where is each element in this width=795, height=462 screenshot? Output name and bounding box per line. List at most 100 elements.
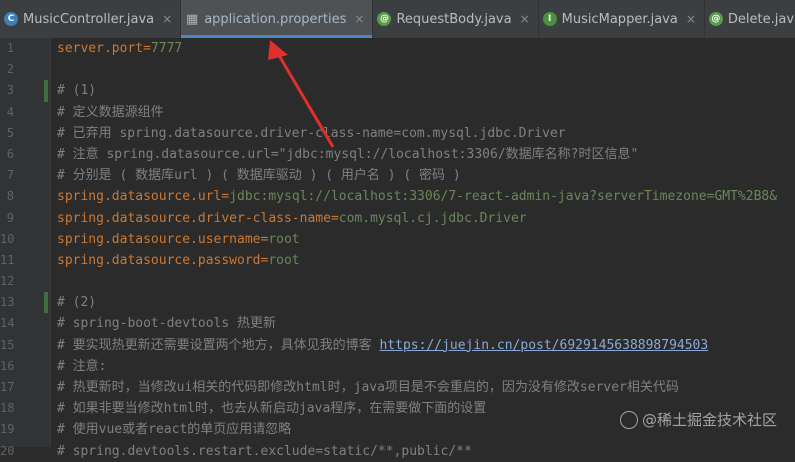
code-line: 7 # 分别是 ( 数据库url ) ( 数据库驱动 ) ( 用户名 ) ( 密码… (0, 165, 795, 186)
editor-tab-label: application.properties (204, 11, 347, 27)
property-key: spring.datasource.url (57, 189, 222, 205)
comment: # spring-boot-devtools 热更新 (57, 316, 277, 332)
code-text: # spring-boot-devtools 热更新 (57, 313, 276, 334)
code-line: 11 spring.datasource.password=root (0, 250, 795, 271)
code-text: # 要实现热更新还需要设置两个地方，具体见我的博客 https://juejin… (57, 335, 708, 356)
line-number: 9 (6, 210, 14, 225)
editor-tab[interactable]: I MusicMapper.java × (539, 0, 705, 38)
class-icon: C (4, 12, 18, 26)
comment: # 注意: (57, 358, 107, 374)
line-number: 8 (6, 189, 14, 204)
property-key: server.port (57, 41, 144, 56)
line-number: 4 (6, 104, 14, 119)
code-text: # 注意 spring.datasource.url="jdbc:mysql:/… (57, 144, 638, 165)
code-text: # (2) (57, 292, 96, 313)
line-number: 5 (6, 125, 14, 140)
property-value: com.mysql.cj.jdbc.Driver (338, 210, 527, 226)
line-number: 10 (0, 231, 15, 246)
comment: # 定义数据源组件 (57, 104, 164, 120)
blog-link[interactable]: https://juejin.cn/post/69291456388987945… (379, 338, 708, 353)
code-line: 10 spring.datasource.username=root (0, 229, 795, 250)
code-text: # 使用vue或者react的单页应用请忽略 (57, 419, 291, 440)
change-marker (44, 80, 48, 102)
property-value: root (268, 231, 300, 247)
line-number: 17 (0, 380, 15, 394)
properties-file-icon: ▦ (186, 11, 199, 27)
line-number: 3 (6, 83, 14, 98)
line-number: 15 (0, 337, 15, 352)
editor-tab[interactable]: C MusicController.java × (0, 0, 182, 38)
comment: # 如果非要当修改html时，也去从新启动java程序，在需要做下面的设置 (57, 401, 487, 417)
editor-tab-label: MusicController.java (23, 11, 155, 27)
code-text: # 已弃用 spring.datasource.driver-class-nam… (57, 123, 566, 144)
property-key: spring.datasource.username (57, 231, 261, 247)
line-number: 1 (6, 41, 14, 55)
editor-tab[interactable]: ▦ application.properties × (181, 0, 374, 38)
line-number: 12 (0, 274, 15, 289)
code-text: spring.datasource.password=root (57, 250, 300, 271)
code-text: # 分别是 ( 数据库url ) ( 数据库驱动 ) ( 用户名 ) ( 密码 … (57, 165, 461, 186)
juejin-logo-icon (619, 410, 638, 429)
equals-sign: = (143, 41, 151, 56)
code-text: spring.datasource.driver-class-name=com.… (57, 208, 527, 229)
code-line: 14 # spring-boot-devtools 热更新 (0, 313, 795, 334)
property-value: 7777 (150, 41, 183, 56)
watermark: @稀土掘金技术社区 (619, 409, 777, 430)
line-number: 18 (0, 401, 15, 416)
property-key: spring.datasource.password (57, 252, 261, 268)
annotation-icon: @ (708, 12, 723, 26)
code-line: 2 (0, 59, 795, 80)
editor-tab-label: MusicMapper.java (561, 11, 678, 27)
code-text: spring.datasource.url=jdbc:mysql://local… (57, 186, 777, 207)
close-tab-icon[interactable]: × (162, 12, 172, 26)
property-value: jdbc:mysql://localhost:3306/7-react-admi… (229, 189, 778, 205)
code-line: 3 # (1) (0, 80, 795, 102)
equals-sign: = (330, 210, 339, 226)
change-marker (44, 292, 48, 314)
watermark-text: @稀土掘金技术社区 (641, 411, 777, 429)
line-number: 19 (0, 422, 15, 437)
comment: # (2) (57, 295, 97, 311)
code-text: # 注意: (57, 356, 106, 377)
code-text: # (1) (57, 80, 96, 101)
editor-tab-label: RequestBody.java (396, 11, 512, 27)
interface-icon: I (542, 12, 557, 26)
code-line: 9 spring.datasource.driver-class-name=com… (0, 208, 795, 229)
code-editor[interactable]: 1 server.port=7777 2 3 # (1) 4 # 定义数据源组件 5 # 已弃用… (0, 38, 795, 462)
comment: # (1) (57, 83, 97, 99)
code-text: spring.datasource.username=root (57, 229, 300, 250)
line-number: 7 (6, 168, 14, 183)
property-key: spring.datasource.driver-class-name (57, 210, 331, 226)
code-line: 17 # 热更新时，当修改ui相关的代码即修改html时，java项目是不会重启的… (0, 377, 795, 398)
code-text: # 热更新时，当修改ui相关的代码即修改html时，java项目是不会重启的，因… (57, 377, 679, 398)
editor-tab[interactable]: @Delete.java× (705, 0, 795, 38)
annotation-icon: @ (377, 12, 392, 26)
editor-tab[interactable]: @ RequestBody.java × (373, 0, 539, 38)
code-text: # spring.devtools.restart.exclude=static… (57, 441, 472, 462)
line-number: 16 (0, 358, 15, 373)
comment: # 注意 spring.datasource.url="jdbc:mysql:/… (57, 146, 639, 162)
comment: # spring.devtools.restart.exclude=static… (57, 443, 472, 459)
code-line: 16 # 注意: (0, 356, 795, 377)
line-number: 14 (0, 316, 15, 331)
line-number: 6 (6, 146, 14, 161)
close-tab-icon[interactable]: × (520, 12, 530, 26)
code-text: # 定义数据源组件 (57, 102, 164, 123)
line-number: 20 (0, 443, 15, 458)
code-line: 15 # 要实现热更新还需要设置两个地方，具体见我的博客 https://juej… (0, 335, 795, 356)
code-text: server.port=7777 (57, 38, 182, 59)
code-line: 20 # spring.devtools.restart.exclude=stat… (0, 441, 795, 462)
code-line: 5 # 已弃用 spring.datasource.driver-class-na… (0, 123, 795, 144)
comment: # 要实现热更新还需要设置两个地方，具体见我的博客 (57, 337, 380, 353)
code-text: # 如果非要当修改html时，也去从新启动java程序，在需要做下面的设置 (57, 398, 486, 419)
code-line: 8 spring.datasource.url=jdbc:mysql://loca… (0, 186, 795, 207)
editor-tab-bar: C MusicController.java × ▦ application.prope… (0, 0, 795, 39)
code-line: 1 server.port=7777 (0, 38, 795, 59)
code-line: 13 # (2) (0, 292, 795, 314)
code-line: 4 # 定义数据源组件 (0, 102, 795, 123)
code-line: 6 # 注意 spring.datasource.url="jdbc:mysql:… (0, 144, 795, 165)
close-tab-icon[interactable]: × (354, 12, 364, 26)
line-number: 11 (0, 252, 15, 267)
code-line: 12 (0, 271, 795, 292)
close-tab-icon[interactable]: × (686, 12, 696, 26)
